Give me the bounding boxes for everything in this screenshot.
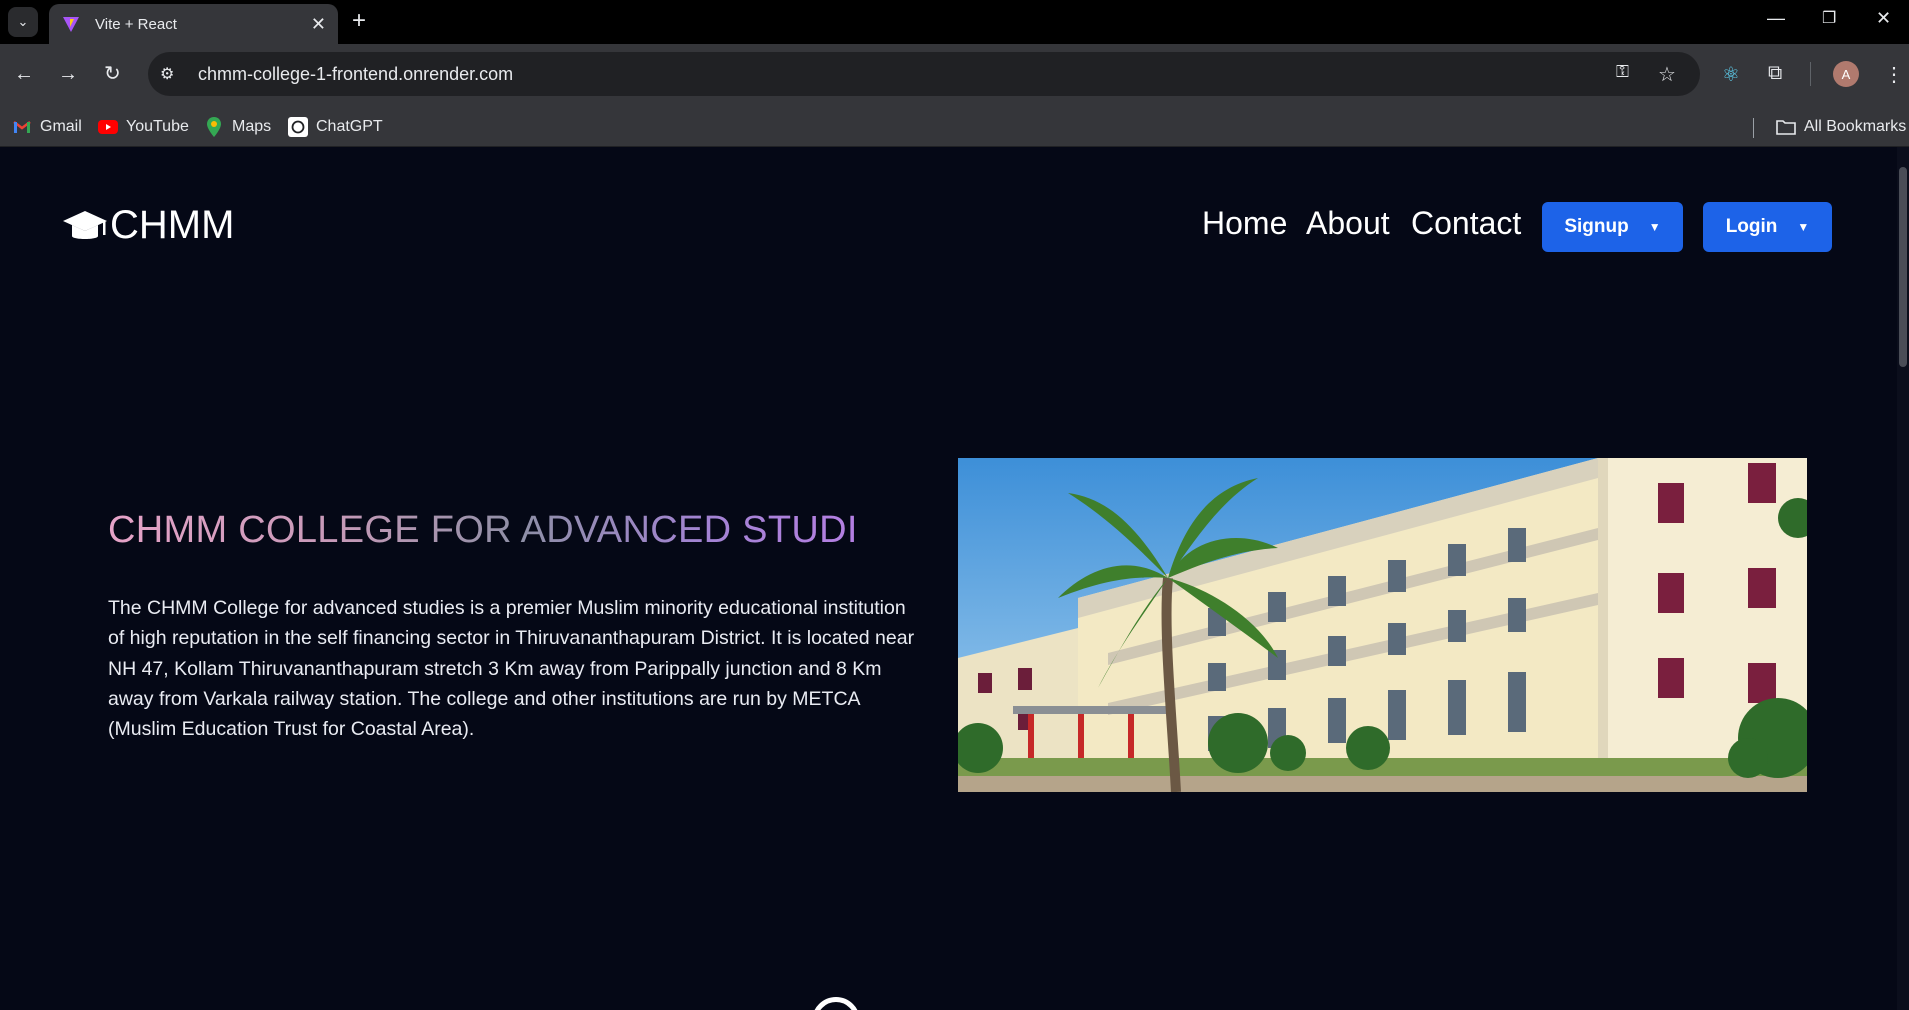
plus-icon[interactable]: + <box>352 8 366 34</box>
forward-arrow-icon[interactable]: → <box>58 62 78 86</box>
nav-home[interactable]: Home <box>1202 205 1287 242</box>
close-icon[interactable]: ✕ <box>311 14 326 35</box>
page-content: CHMM Home About Contact Signup ▼ Login ▼… <box>0 147 1897 1010</box>
gmail-icon <box>12 117 32 137</box>
chevron-down-icon: ⌄ <box>17 14 29 29</box>
chevron-down-icon: ▼ <box>1797 220 1810 234</box>
reload-icon[interactable]: ↻ <box>104 62 121 86</box>
site-logo[interactable]: CHMM <box>62 203 234 248</box>
chatgpt-icon <box>288 117 308 137</box>
hero-title: CHMM COLLEGE FOR ADVANCED STUDI <box>108 509 858 551</box>
tab-search-button[interactable]: ⌄ <box>8 7 38 37</box>
logo-text: CHMM <box>110 203 235 247</box>
divider <box>1753 118 1754 138</box>
url-text[interactable]: chmm-college-1-frontend.onrender.com <box>198 64 513 85</box>
nav-contact[interactable]: Contact <box>1411 205 1521 242</box>
more-menu-icon[interactable]: ⋮ <box>1884 62 1904 87</box>
page-scrollbar[interactable] <box>1897 147 1909 1010</box>
scrollbar-thumb[interactable] <box>1899 167 1907 367</box>
bookmark-gmail[interactable]: Gmail <box>12 117 82 137</box>
key-icon[interactable]: ⚿ <box>1616 62 1629 82</box>
scroll-indicator-icon[interactable] <box>812 997 860 1010</box>
browser-chrome: ⌄ Vite + React ✕ + — ❐ ✕ ← → ↻ ⚙ chmm-co… <box>0 0 1909 147</box>
window-close-icon[interactable]: ✕ <box>1876 8 1891 29</box>
minimize-icon[interactable]: — <box>1767 8 1785 29</box>
extensions-icon[interactable]: ⧉ <box>1768 62 1782 85</box>
react-devtools-icon[interactable]: ⚛ <box>1722 62 1740 87</box>
graduation-cap-icon <box>63 210 107 239</box>
bookmark-chatgpt[interactable]: ChatGPT <box>288 117 383 137</box>
bookmark-maps[interactable]: Maps <box>204 117 271 137</box>
hero-description: The CHMM College for advanced studies is… <box>108 597 915 741</box>
site-settings-icon[interactable]: ⚙ <box>160 64 184 84</box>
folder-icon <box>1776 117 1796 137</box>
maps-pin-icon <box>204 117 224 137</box>
restore-icon[interactable]: ❐ <box>1822 8 1836 28</box>
tab-title: Vite + React <box>95 15 177 33</box>
signup-dropdown-button[interactable]: Signup ▼ <box>1542 202 1683 252</box>
back-arrow-icon[interactable]: ← <box>14 62 34 86</box>
nav-about[interactable]: About <box>1306 205 1390 242</box>
star-icon[interactable]: ☆ <box>1658 62 1676 87</box>
all-bookmarks[interactable]: All Bookmarks <box>1776 117 1906 137</box>
avatar[interactable]: A <box>1833 61 1859 87</box>
vite-logo-icon <box>63 17 79 32</box>
bookmark-youtube[interactable]: YouTube <box>98 117 189 137</box>
bookmarks-bar: Gmail YouTube Maps ChatGPT All Bookmarks <box>0 107 1909 147</box>
youtube-icon <box>98 117 118 137</box>
tab-strip: ⌄ Vite + React ✕ + — ❐ ✕ <box>0 0 1909 44</box>
college-building-image <box>958 458 1807 792</box>
active-tab[interactable]: Vite + React ✕ <box>49 4 338 44</box>
chevron-down-icon: ▼ <box>1648 220 1661 234</box>
address-bar[interactable]: ⚙ chmm-college-1-frontend.onrender.com ⚿… <box>148 52 1700 96</box>
login-dropdown-button[interactable]: Login ▼ <box>1703 202 1832 252</box>
divider <box>1810 62 1811 86</box>
browser-toolbar: ← → ↻ ⚙ chmm-college-1-frontend.onrender… <box>0 44 1909 107</box>
